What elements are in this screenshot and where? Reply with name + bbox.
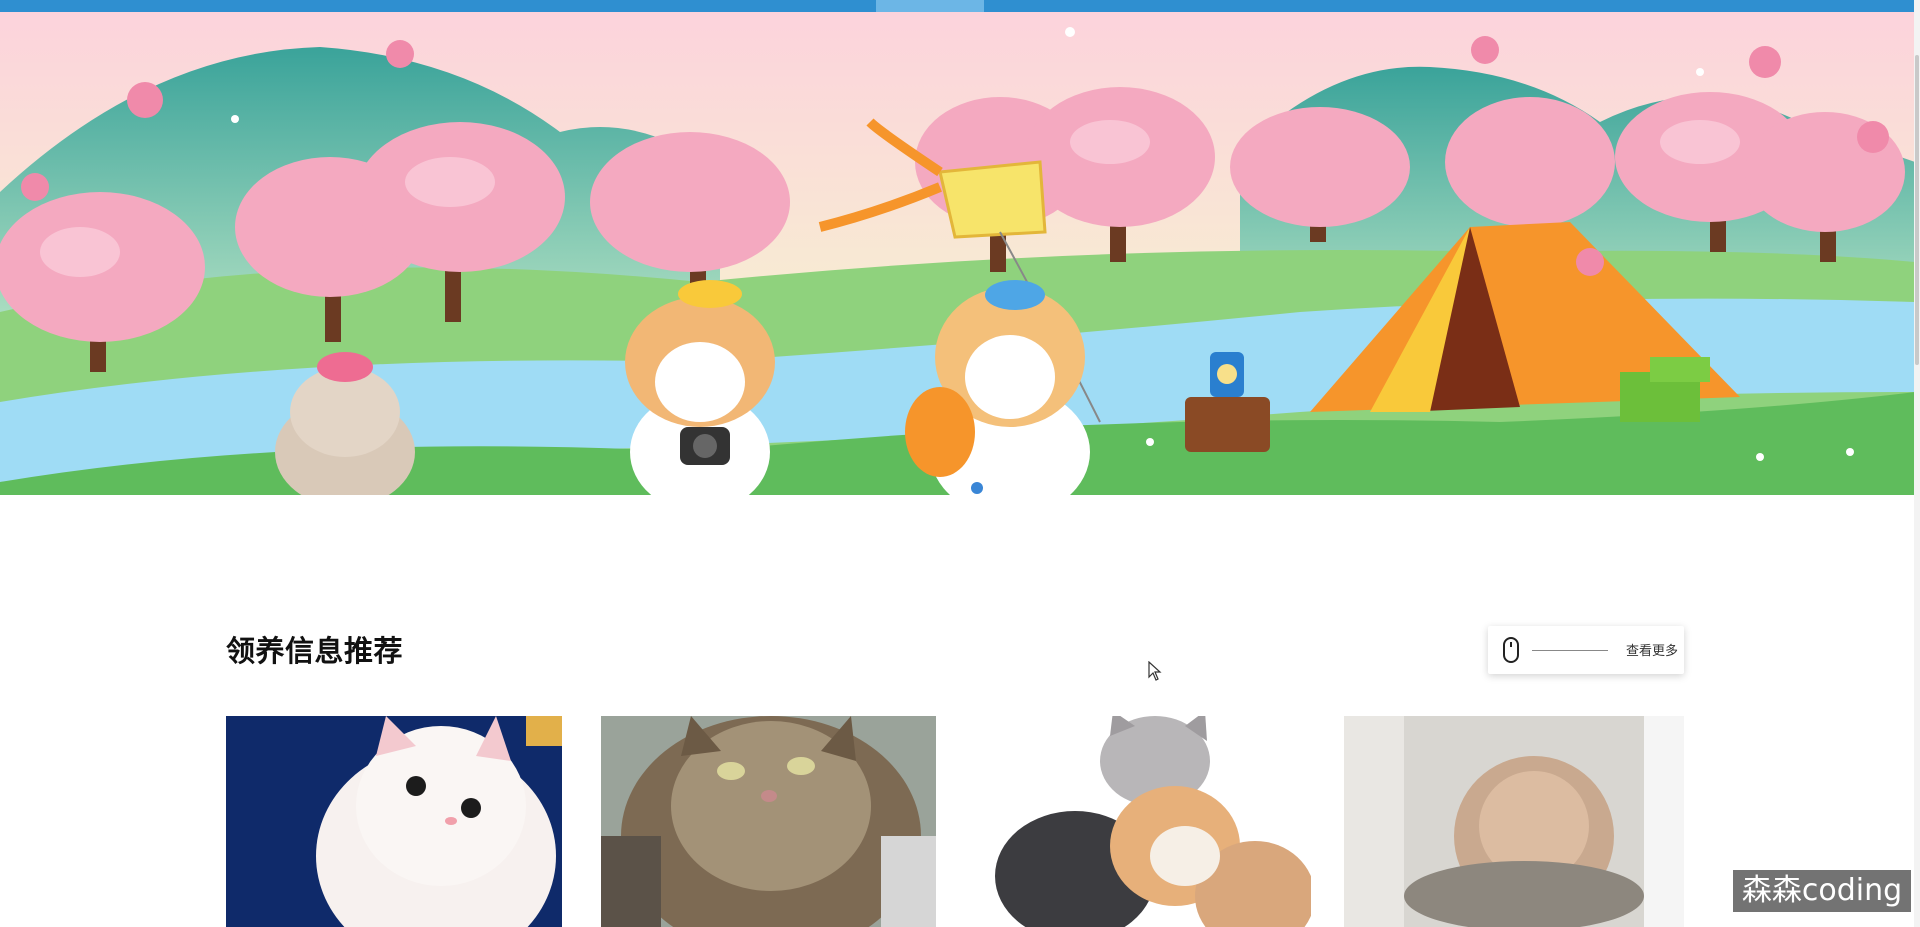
pet-card-blurred-kitten[interactable]	[1344, 716, 1684, 927]
pet-card-cat-trio[interactable]	[985, 716, 1311, 927]
banner-illustration	[0, 12, 1915, 495]
page-scrollbar[interactable]	[1914, 0, 1920, 927]
pet-photo	[1344, 716, 1684, 927]
scrollbar-thumb[interactable]	[1915, 55, 1919, 365]
pet-photo	[601, 716, 936, 927]
hero-banner	[0, 12, 1915, 495]
mouse-pointer-icon	[1148, 661, 1162, 681]
nav-tab[interactable]	[1445, 0, 1505, 12]
nav-tab-active[interactable]	[876, 0, 984, 12]
pet-card-tabby-cat[interactable]	[601, 716, 936, 927]
section-title: 领养信息推荐	[226, 634, 404, 668]
watermark: 森森coding	[1733, 870, 1911, 912]
pet-photo	[226, 716, 562, 927]
nav-tab[interactable]	[1180, 0, 1240, 12]
top-nav-bar	[0, 0, 1920, 12]
pet-photo	[985, 716, 1311, 927]
view-more-button[interactable]: 查看更多	[1488, 626, 1684, 674]
pet-card-white-kitten[interactable]	[226, 716, 562, 927]
page: 领养信息推荐 查看更多 森森coding	[0, 0, 1920, 927]
mouse-icon	[1503, 637, 1519, 663]
divider-line	[1532, 650, 1608, 651]
view-more-label: 查看更多	[1626, 644, 1679, 659]
